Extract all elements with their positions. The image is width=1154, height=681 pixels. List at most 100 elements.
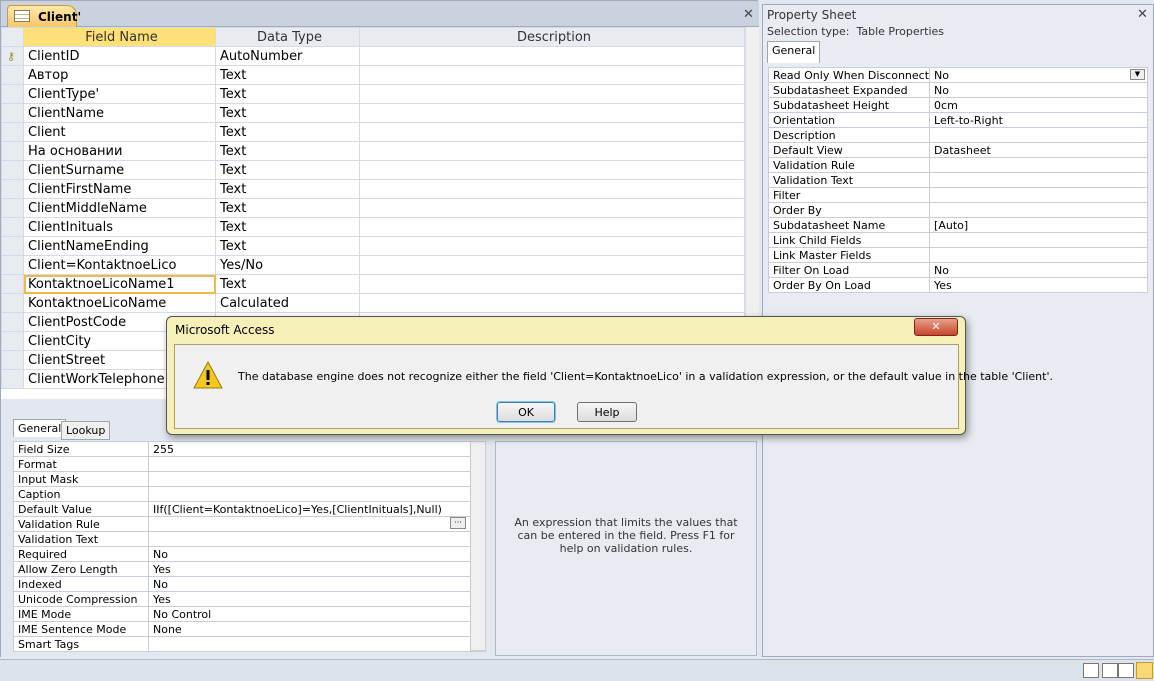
field-name-cell[interactable]: ClientName [23,103,216,123]
property-row[interactable]: Indexed No [13,576,486,592]
description-cell[interactable] [359,255,745,275]
property-row[interactable]: Link Master Fields [767,247,1148,263]
field-name-cell[interactable]: ClientNameEnding [23,236,216,256]
property-row[interactable]: Validation Rule [13,516,486,532]
property-value[interactable] [929,172,1148,188]
tab-general-props[interactable]: General [767,41,821,63]
row-selector[interactable] [1,255,24,275]
property-row[interactable]: Validation Rule [767,157,1148,173]
property-value[interactable] [929,127,1148,143]
field-name-cell[interactable]: Client [23,122,216,142]
field-row[interactable]: ClientInituals Text [1,217,745,237]
data-type-cell[interactable]: Yes/No [215,255,360,275]
row-selector-header[interactable] [1,27,24,47]
field-row[interactable]: ClientName Text [1,103,745,123]
property-value[interactable] [929,202,1148,218]
property-value[interactable]: Left-to-Right [929,112,1148,128]
property-row[interactable]: Subdatasheet Name [Auto] [767,217,1148,233]
property-row[interactable]: Description [767,127,1148,143]
property-value[interactable] [148,456,486,472]
tab-lookup[interactable]: Lookup [61,421,111,440]
property-row[interactable]: IME Sentence Mode None [13,621,486,637]
close-document-icon[interactable]: ✕ [743,7,754,22]
pivot-chart-view-icon[interactable] [1118,663,1134,678]
property-row[interactable]: Allow Zero Length Yes [13,561,486,577]
data-type-cell[interactable]: Text [215,84,360,104]
dialog-close-button[interactable]: ✕ [914,318,958,336]
row-selector[interactable] [1,141,24,161]
property-row[interactable]: Link Child Fields [767,232,1148,248]
description-cell[interactable] [359,274,745,294]
property-value[interactable]: Yes [929,277,1148,293]
field-name-cell[interactable]: ClientMiddleName [23,198,216,218]
property-value[interactable]: No [929,67,1148,83]
property-row[interactable]: Validation Text [767,172,1148,188]
property-row[interactable]: Validation Text [13,531,486,547]
row-selector[interactable] [1,65,24,85]
property-value[interactable] [148,471,486,487]
field-name-cell[interactable]: KontaktnoeLicoName [23,293,216,313]
description-cell[interactable] [359,179,745,199]
row-selector[interactable] [1,331,24,351]
close-property-sheet-icon[interactable]: ✕ [1137,7,1148,22]
field-row[interactable]: ClientFirstName Text [1,179,745,199]
field-row[interactable]: KontaktnoeLicoName Calculated [1,293,745,313]
field-row[interactable]: ClientMiddleName Text [1,198,745,218]
property-row[interactable]: IME Mode No Control [13,606,486,622]
property-value[interactable] [929,157,1148,173]
property-row[interactable]: Orientation Left-to-Right [767,112,1148,128]
property-value[interactable]: Datasheet [929,142,1148,158]
property-value[interactable]: No Control [148,606,486,622]
data-type-cell[interactable]: Text [215,160,360,180]
field-name-cell[interactable]: ClientID [23,46,216,66]
description-cell[interactable] [359,46,745,66]
row-selector[interactable] [1,122,24,142]
row-selector[interactable] [1,198,24,218]
row-selector[interactable]: ⚷ [1,46,24,66]
property-row[interactable]: Read Only When Disconnect No [767,67,1148,83]
data-type-cell[interactable]: AutoNumber [215,46,360,66]
description-cell[interactable] [359,122,745,142]
property-value[interactable] [929,247,1148,263]
field-row[interactable]: Автор Text [1,65,745,85]
property-row[interactable]: Required No [13,546,486,562]
row-selector[interactable] [1,84,24,104]
data-type-cell[interactable]: Text [215,198,360,218]
description-cell[interactable] [359,103,745,123]
row-selector[interactable] [1,369,24,389]
field-name-cell[interactable]: На основании [23,141,216,161]
description-cell[interactable] [359,293,745,313]
property-row[interactable]: Order By [767,202,1148,218]
property-value[interactable]: 0cm [929,97,1148,113]
property-value[interactable]: No [929,82,1148,98]
property-row[interactable]: Filter On Load No [767,262,1148,278]
datasheet-view-icon[interactable] [1083,663,1099,678]
field-name-cell[interactable]: Client=KontaktnoeLico [23,255,216,275]
property-row[interactable]: Unicode Compression Yes [13,591,486,607]
field-row[interactable]: ClientNameEnding Text [1,236,745,256]
data-type-cell[interactable]: Text [215,103,360,123]
property-value[interactable]: No [148,546,486,562]
data-type-cell[interactable]: Text [215,65,360,85]
field-row[interactable]: Client Text [1,122,745,142]
property-row[interactable]: Input Mask [13,471,486,487]
design-view-icon[interactable] [1136,662,1153,679]
property-value[interactable] [148,636,486,652]
property-value[interactable] [929,187,1148,203]
field-name-cell[interactable]: Автор [23,65,216,85]
row-selector[interactable] [1,350,24,370]
data-type-cell[interactable]: Text [215,122,360,142]
field-name-cell[interactable]: ClientSurname [23,160,216,180]
description-cell[interactable] [359,84,745,104]
property-value[interactable]: Yes [148,561,486,577]
description-cell[interactable] [359,217,745,237]
property-value[interactable]: [Auto] [929,217,1148,233]
row-selector[interactable] [1,293,24,313]
row-selector[interactable] [1,103,24,123]
field-row[interactable]: ClientType' Text [1,84,745,104]
document-tab-client[interactable]: Client' [7,5,81,27]
description-cell[interactable] [359,198,745,218]
description-cell[interactable] [359,160,745,180]
property-row[interactable]: Smart Tags [13,636,486,652]
pivot-table-view-icon[interactable] [1102,663,1118,678]
